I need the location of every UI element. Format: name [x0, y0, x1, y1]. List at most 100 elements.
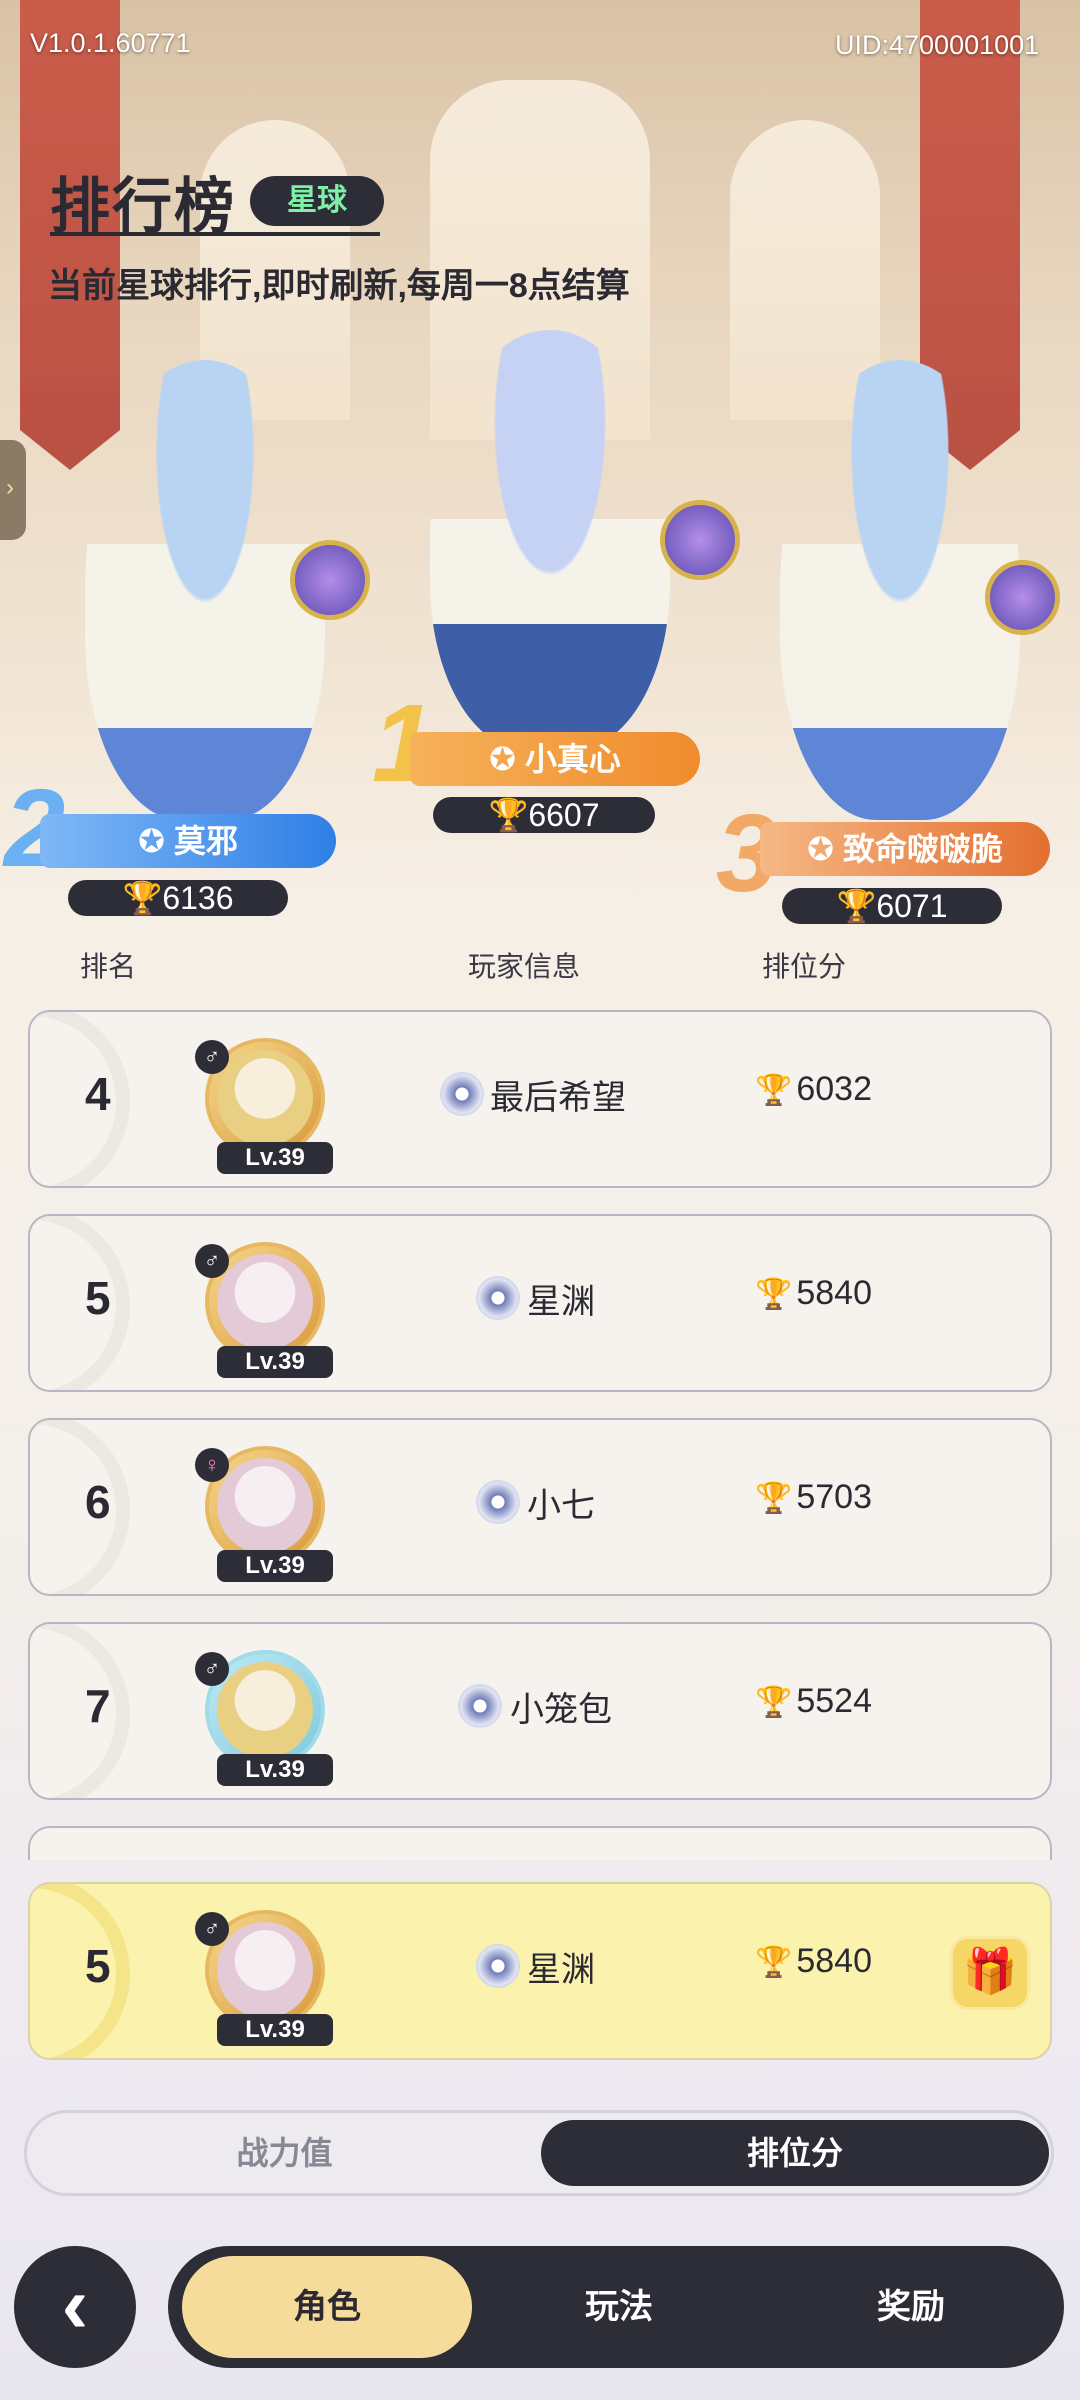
tab-power[interactable]: 战力值	[27, 2113, 542, 2193]
gift-icon: 🎁	[962, 1947, 1018, 1996]
player-name: 星渊	[527, 1283, 595, 1321]
row-score: 5840	[796, 1274, 872, 1312]
trophy-icon: 🏆	[836, 888, 877, 924]
avatar[interactable]: ♂ Lv.39	[195, 1636, 345, 1786]
column-header-score: 排位分	[762, 951, 847, 982]
planet-badge-icon: ✪	[138, 823, 174, 859]
row-rank: 4	[85, 1068, 111, 1120]
player-name: 小笼包	[510, 1691, 612, 1729]
row-rank: 6	[85, 1476, 111, 1528]
uid-label: UID:4700001001	[835, 30, 1040, 60]
avatar[interactable]: ♂ Lv.39	[195, 1024, 345, 1174]
planet-badge-icon	[476, 1944, 520, 1988]
row-decoration	[30, 1884, 130, 2058]
planet-badge-icon	[476, 1480, 520, 1524]
podium-second-score: 6136	[162, 880, 234, 916]
table-row[interactable]: 6 ♀ Lv.39 小七 🏆 5703	[28, 1418, 1052, 1596]
avatar-image	[217, 1458, 313, 1554]
level-badge: Lv.39	[217, 1142, 333, 1174]
bottom-nav: 角色 玩法 奖励	[168, 2246, 1064, 2368]
gift-reward-button[interactable]: 🎁	[950, 1936, 1030, 2010]
table-row-partial[interactable]	[28, 1826, 1052, 1860]
trophy-icon: 🏆	[755, 1278, 793, 1311]
podium-first-score-bar: 🏆6607	[433, 797, 655, 833]
orb-staff-icon	[290, 540, 370, 620]
avatar[interactable]: ♀ Lv.39	[195, 1432, 345, 1582]
trophy-icon: 🏆	[755, 1686, 793, 1719]
trophy-icon: 🏆	[488, 797, 529, 833]
podium-third-name: 致命啵啵脆	[842, 831, 1003, 867]
title-underline	[50, 232, 380, 236]
column-header-rank: 排名	[80, 951, 137, 982]
side-drawer-handle[interactable]: ›	[0, 440, 26, 540]
row-decoration	[30, 1012, 130, 1186]
row-score-cell: 🏆 5524	[755, 1682, 872, 1721]
row-score-cell: 🏆 5840	[755, 1274, 872, 1313]
planet-badge-icon: ✪	[489, 741, 525, 777]
nav-tab-role[interactable]: 角色	[182, 2256, 472, 2358]
avatar-image	[217, 1662, 313, 1758]
sort-toggle: 战力值 排位分	[24, 2110, 1054, 2196]
level-badge: Lv.39	[217, 1754, 333, 1786]
my-rank-row[interactable]: 5 ♂ Lv.39 星渊 🏆 5840 🎁	[28, 1882, 1052, 2060]
podium-second-score-bar: 🏆6136	[68, 880, 288, 916]
female-icon: ♀	[195, 1448, 229, 1482]
trophy-icon: 🏆	[755, 1946, 793, 1979]
row-rank: 5	[85, 1940, 111, 1992]
planet-badge-icon	[458, 1684, 502, 1728]
row-decoration	[30, 1216, 130, 1390]
level-badge: Lv.39	[217, 2014, 333, 2046]
row-score: 5703	[796, 1478, 872, 1516]
avatar[interactable]: ♂ Lv.39	[195, 1896, 345, 2046]
male-icon: ♂	[195, 1912, 229, 1946]
podium-third-score: 6071	[876, 888, 948, 924]
row-score: 5524	[796, 1682, 872, 1720]
male-icon: ♂	[195, 1040, 229, 1074]
nav-tab-play[interactable]: 玩法	[474, 2256, 764, 2358]
planet-badge-icon	[476, 1276, 520, 1320]
trophy-icon: 🏆	[755, 1074, 793, 1107]
version-label: V1.0.1.60771	[30, 28, 191, 58]
avatar-image	[217, 1254, 313, 1350]
scope-tag: 星球	[250, 176, 384, 226]
nav-tab-reward[interactable]: 奖励	[766, 2256, 1056, 2358]
avatar[interactable]: ♂ Lv.39	[195, 1228, 345, 1378]
podium-first-score: 6607	[528, 797, 600, 833]
avatar-image	[217, 1050, 313, 1146]
avatar-image	[217, 1922, 313, 2018]
trophy-icon: 🏆	[122, 880, 163, 916]
column-header-player: 玩家信息	[468, 951, 581, 982]
row-score: 5840	[796, 1942, 872, 1980]
podium-third-score-bar: 🏆6071	[782, 888, 1002, 924]
trophy-icon: 🏆	[755, 1482, 793, 1515]
podium-character-second[interactable]	[85, 360, 325, 820]
podium-character-third[interactable]	[780, 360, 1020, 820]
row-score-cell: 🏆 5703	[755, 1478, 872, 1517]
row-decoration	[30, 1420, 130, 1594]
row-rank: 7	[85, 1680, 111, 1732]
row-decoration	[30, 1624, 130, 1798]
table-row[interactable]: 5 ♂ Lv.39 星渊 🏆 5840	[28, 1214, 1052, 1392]
podium-first-name: 小真心	[524, 741, 621, 777]
podium-second-name-bar: ✪ 莫邪	[40, 814, 336, 868]
podium-character-first[interactable]	[430, 330, 670, 750]
podium-second-name: 莫邪	[173, 823, 238, 859]
row-score-cell: 🏆 6032	[755, 1070, 872, 1109]
planet-badge-icon	[440, 1072, 484, 1116]
row-score: 6032	[796, 1070, 872, 1108]
player-name: 星渊	[527, 1951, 595, 1989]
row-score-cell: 🏆 5840	[755, 1942, 872, 1981]
right-banner-decoration	[920, 0, 1020, 470]
podium-third-name-bar: ✪ 致命啵啵脆	[760, 822, 1050, 876]
table-row[interactable]: 4 ♂ Lv.39 最后希望 🏆 6032	[28, 1010, 1052, 1188]
tab-rank-score[interactable]: 排位分	[541, 2120, 1049, 2186]
level-badge: Lv.39	[217, 1550, 333, 1582]
back-button[interactable]: ‹	[14, 2246, 136, 2368]
level-badge: Lv.39	[217, 1346, 333, 1378]
male-icon: ♂	[195, 1244, 229, 1278]
row-rank: 5	[85, 1272, 111, 1324]
orb-staff-icon	[985, 560, 1060, 635]
ranking-list[interactable]: 4 ♂ Lv.39 最后希望 🏆 6032 5 ♂ Lv.39 星渊 🏆 5840 …	[0, 1005, 1080, 1860]
table-row[interactable]: 7 ♂ Lv.39 小笼包 🏆 5524	[28, 1622, 1052, 1800]
orb-staff-icon	[660, 500, 740, 580]
